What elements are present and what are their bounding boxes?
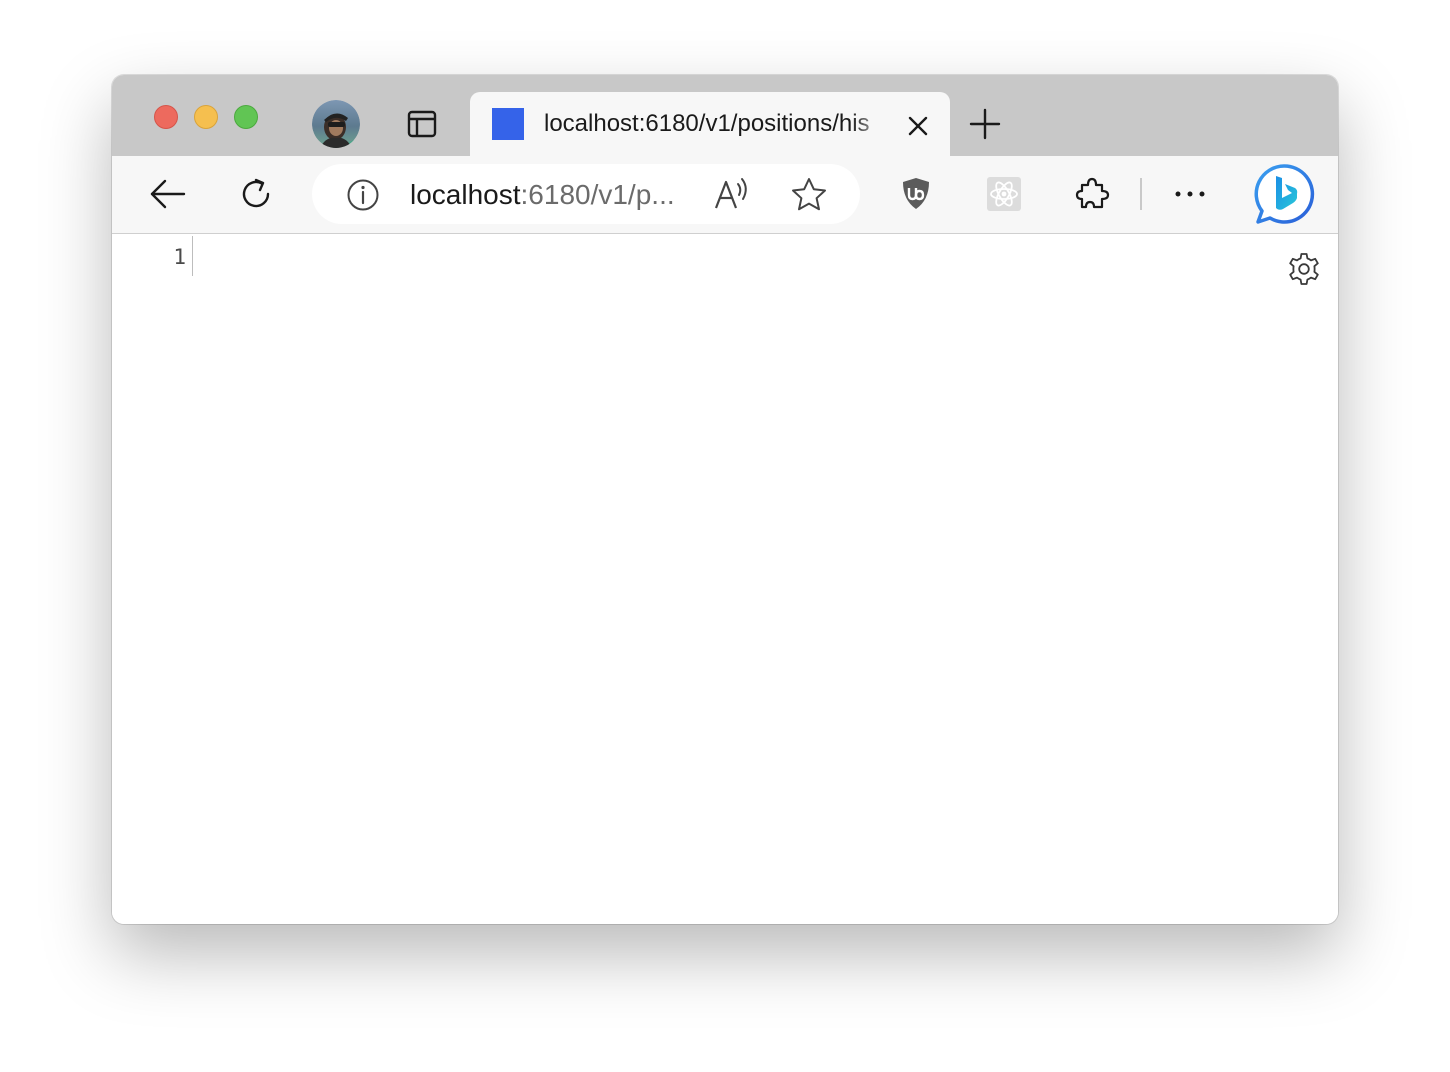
tab-bar: localhost:6180/v1/positions/his xyxy=(112,75,1338,156)
ublock-origin-icon[interactable] xyxy=(896,174,936,214)
browser-window: localhost:6180/v1/positions/his localhos… xyxy=(112,75,1338,924)
info-icon[interactable] xyxy=(346,178,380,212)
window-minimize-button[interactable] xyxy=(194,105,218,129)
extensions-puzzle-icon[interactable] xyxy=(1072,174,1112,214)
read-aloud-icon[interactable] xyxy=(712,176,752,212)
profile-avatar-icon[interactable] xyxy=(312,100,360,148)
toolbar-divider xyxy=(1140,178,1142,210)
refresh-icon[interactable] xyxy=(236,174,276,214)
tab-favicon xyxy=(492,108,524,140)
more-ellipsis-icon[interactable] xyxy=(1170,174,1210,214)
window-close-button[interactable] xyxy=(154,105,178,129)
tab-actions-icon[interactable] xyxy=(407,109,437,139)
tab-title: localhost:6180/v1/positions/his xyxy=(544,110,870,137)
url-path: :6180/v1/p... xyxy=(520,179,675,210)
back-arrow-icon[interactable] xyxy=(148,174,188,214)
star-icon[interactable] xyxy=(790,176,828,214)
line-number: 1 xyxy=(173,245,186,269)
bing-copilot-icon[interactable] xyxy=(1252,162,1316,226)
react-devtools-icon[interactable] xyxy=(984,174,1024,214)
url-host: localhost xyxy=(410,179,521,210)
browser-toolbar: localhost:6180/v1/p... xyxy=(112,156,1338,234)
close-icon[interactable] xyxy=(904,112,932,140)
page-content[interactable]: 1 xyxy=(112,234,1338,924)
window-zoom-button[interactable] xyxy=(234,105,258,129)
plus-icon[interactable] xyxy=(968,107,1002,141)
gutter-divider xyxy=(192,236,193,276)
gear-icon[interactable] xyxy=(1286,251,1322,287)
active-tab[interactable]: localhost:6180/v1/positions/his xyxy=(470,92,950,156)
url-text[interactable]: localhost:6180/v1/p... xyxy=(410,178,675,212)
address-bar[interactable]: localhost:6180/v1/p... xyxy=(312,164,860,224)
